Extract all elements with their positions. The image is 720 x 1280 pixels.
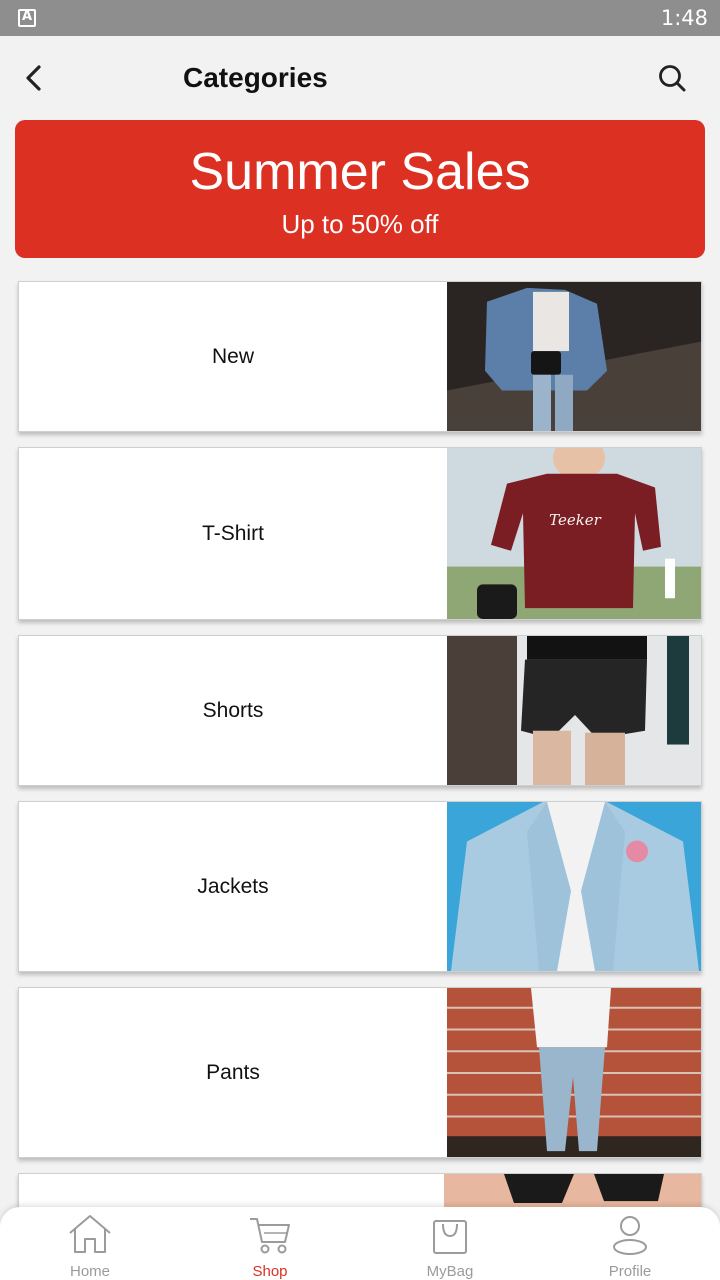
category-label: Jackets bbox=[197, 874, 269, 898]
category-card-t-shirt[interactable]: T-Shirt Teeker bbox=[18, 447, 702, 620]
summer-sales-banner[interactable]: Summer Sales Up to 50% off bbox=[15, 120, 705, 258]
nav-item-mybag[interactable]: MyBag bbox=[360, 1207, 540, 1280]
search-button[interactable] bbox=[652, 58, 692, 98]
status-time: 1:48 bbox=[660, 6, 708, 30]
nav-label-mybag: MyBag bbox=[426, 1263, 474, 1280]
category-image-partial bbox=[444, 1174, 701, 1208]
back-arrow-icon bbox=[26, 65, 41, 91]
back-button[interactable] bbox=[14, 58, 54, 98]
bag-icon bbox=[433, 1220, 467, 1254]
category-label: Shorts bbox=[202, 698, 264, 722]
nav-item-shop[interactable]: Shop bbox=[180, 1207, 360, 1280]
nav-label-profile: Profile bbox=[608, 1263, 652, 1280]
category-card-new[interactable]: New bbox=[18, 281, 702, 432]
category-list[interactable]: New T-Shirt Teeker Shorts Jackets Pants bbox=[0, 258, 720, 1208]
category-card-partial[interactable] bbox=[18, 1173, 702, 1208]
category-label: New bbox=[211, 344, 254, 368]
nav-label-home: Home bbox=[69, 1263, 110, 1280]
page-title: Categories bbox=[183, 62, 328, 93]
category-card-shorts[interactable]: Shorts bbox=[18, 635, 702, 786]
bottom-navigation: Home Shop MyBag Profile bbox=[0, 1207, 720, 1280]
nav-label-shop: Shop bbox=[252, 1263, 288, 1280]
category-label: T-Shirt bbox=[202, 521, 264, 545]
category-image-pants bbox=[447, 988, 701, 1157]
banner-subtitle: Up to 50% off bbox=[281, 209, 439, 239]
category-image-t-shirt: Teeker bbox=[447, 448, 701, 619]
category-card-jackets[interactable]: Jackets bbox=[18, 801, 702, 972]
app-notification-icon bbox=[18, 9, 36, 27]
category-image-jackets bbox=[447, 802, 701, 971]
app-bar: Categories bbox=[0, 36, 720, 120]
profile-icon bbox=[613, 1216, 647, 1255]
status-bar: 1:48 bbox=[0, 0, 720, 36]
svg-text:Teeker: Teeker bbox=[549, 511, 602, 529]
banner-title: Summer Sales bbox=[189, 143, 531, 201]
category-card-pants[interactable]: Pants bbox=[18, 987, 702, 1158]
search-icon bbox=[659, 65, 686, 92]
nav-item-profile[interactable]: Profile bbox=[540, 1207, 720, 1280]
nav-item-home[interactable]: Home bbox=[0, 1207, 180, 1280]
category-image-new bbox=[447, 282, 701, 431]
cart-icon bbox=[250, 1218, 290, 1254]
category-label: Pants bbox=[206, 1060, 260, 1084]
home-icon bbox=[69, 1215, 111, 1253]
category-image-shorts bbox=[447, 636, 701, 785]
